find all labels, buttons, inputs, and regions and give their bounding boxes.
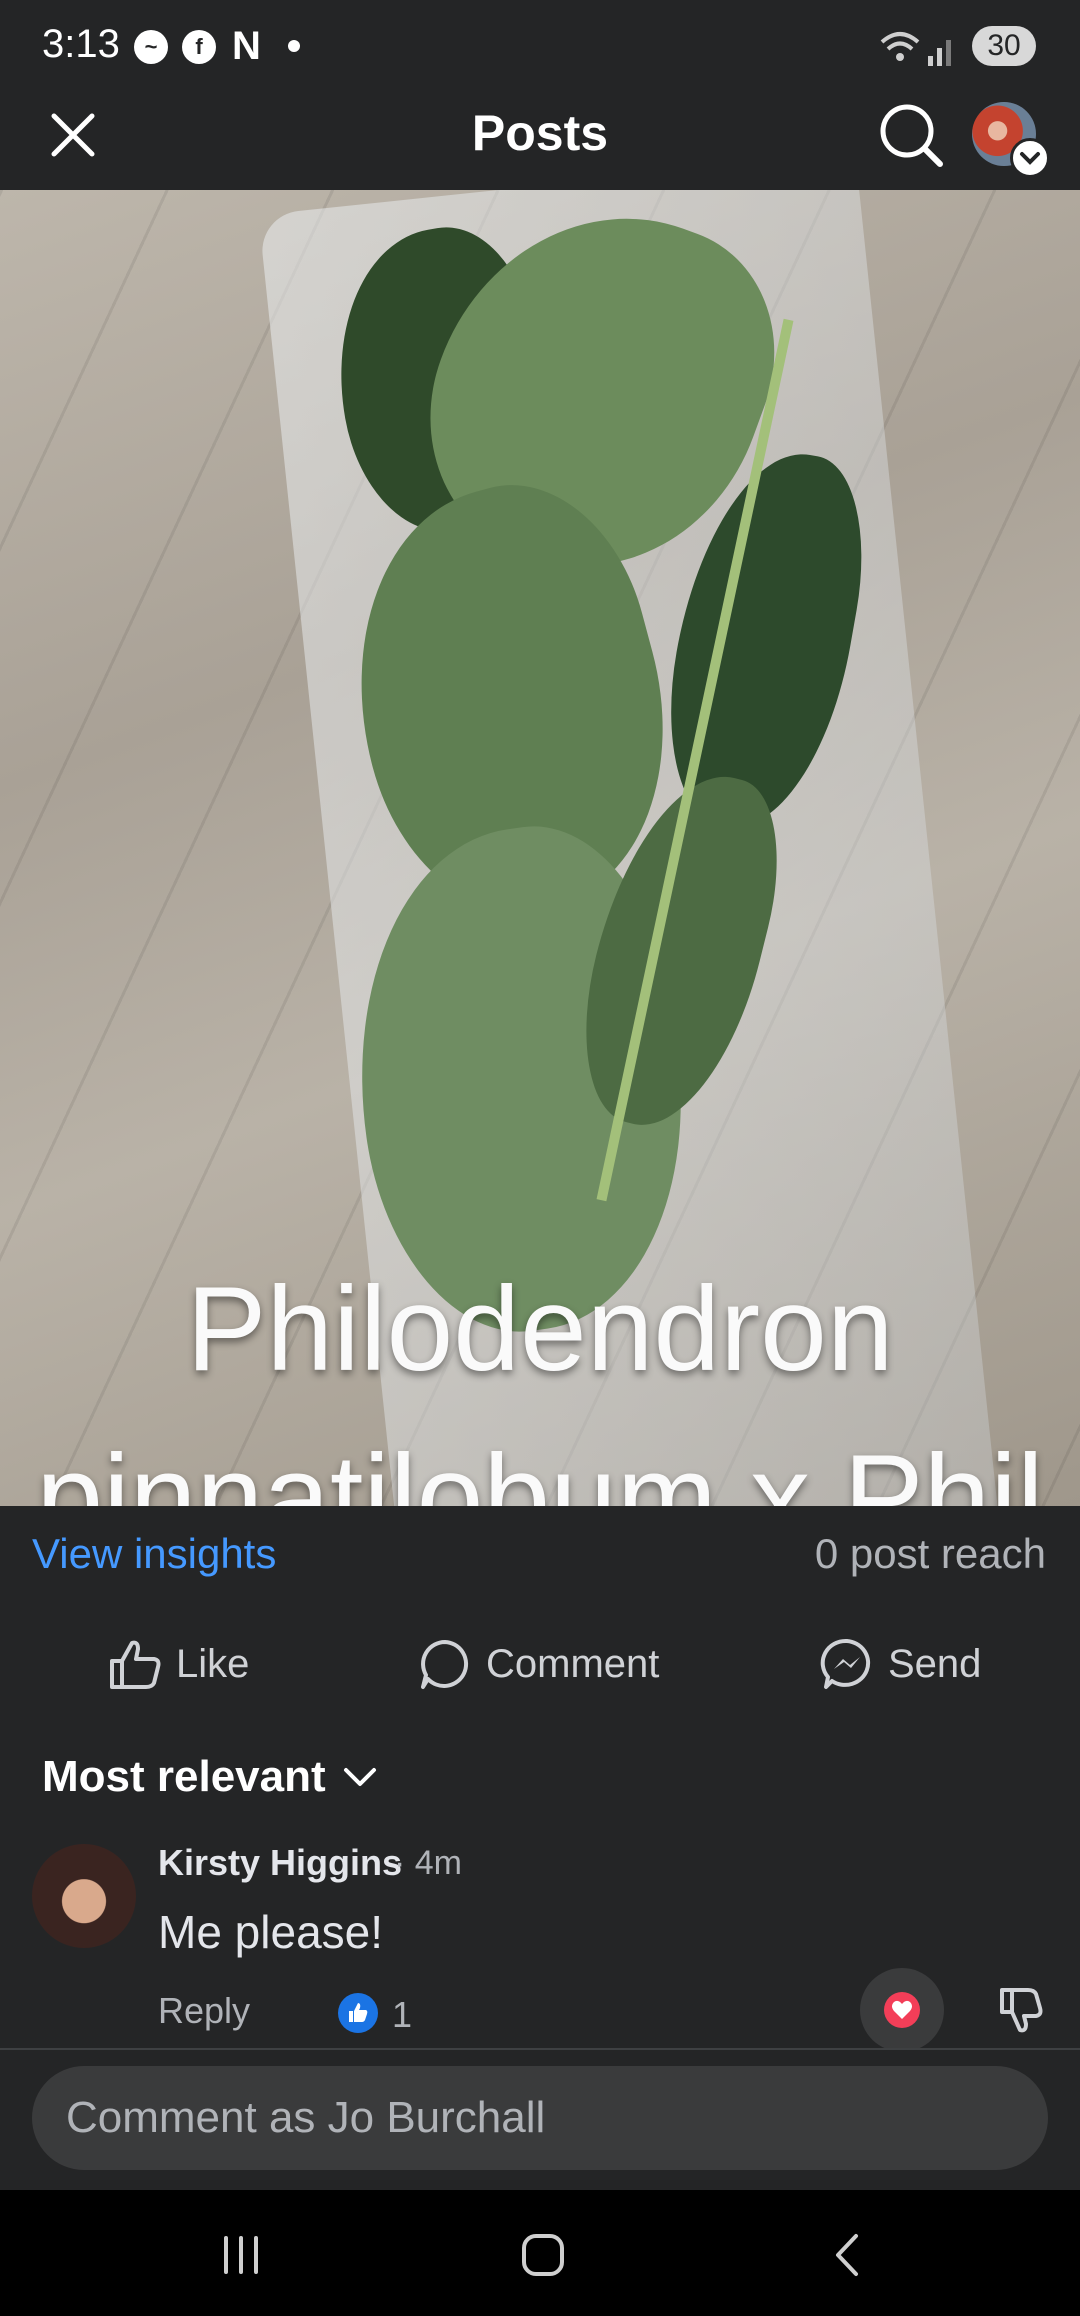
status-time: 3:13 (42, 22, 120, 66)
reply-button[interactable]: Reply (158, 1990, 250, 2032)
comment-label: Comment (486, 1641, 660, 1686)
photo-caption-line-2: pinnatilobum x Phil (36, 1430, 1044, 1506)
comment-sort-selector[interactable]: Most relevant (42, 1752, 382, 1802)
chevron-down-icon (343, 1768, 376, 1786)
thumbs-down-icon[interactable] (996, 1986, 1044, 2034)
heart-icon (884, 1992, 920, 2028)
recent-apps-icon[interactable] (216, 2230, 266, 2280)
like-count: 1 (392, 1994, 413, 2035)
dot-icon (288, 40, 300, 52)
send-button[interactable]: Send (820, 1634, 981, 1694)
post-reach-count: 0 post reach (814, 1530, 1046, 1577)
comment-button[interactable]: Comment (418, 1634, 659, 1694)
comment-timestamp: · 4m (394, 1844, 462, 1882)
commenter-name[interactable]: Kirsty Higgins (158, 1842, 402, 1884)
messenger-icon (820, 1638, 871, 1689)
messenger-icon: ~ (134, 30, 168, 64)
like-button[interactable]: Like (108, 1634, 249, 1694)
search-icon[interactable] (878, 102, 944, 168)
wifi-signal-icon (880, 32, 951, 66)
comment-bubble-icon (421, 1640, 469, 1689)
commenter-avatar[interactable] (32, 1844, 136, 1948)
like-label: Like (176, 1641, 250, 1686)
back-icon[interactable] (824, 2230, 874, 2280)
thumbs-up-icon (349, 2003, 368, 2022)
send-label: Send (888, 1641, 982, 1686)
comment-input[interactable] (32, 2066, 1048, 2170)
thumbs-up-icon (110, 1640, 161, 1689)
photo-caption-line-1: Philodendron (186, 1262, 894, 1396)
status-bar: 3:13 ~ f N 30 (0, 0, 1080, 90)
chevron-down-icon (1020, 152, 1040, 165)
sort-label: Most relevant (42, 1752, 326, 1801)
facebook-icon: f (182, 30, 216, 64)
home-icon[interactable] (518, 2230, 568, 2280)
top-app-bar: Posts (0, 90, 1080, 190)
view-insights-link[interactable]: View insights (32, 1530, 276, 1578)
system-nav-bar (0, 2190, 1080, 2316)
heart-react-button[interactable] (860, 1968, 944, 2052)
comment-composer (0, 2050, 1080, 2190)
profile-menu-chevron[interactable] (1010, 138, 1050, 178)
like-reaction-badge[interactable] (338, 1993, 378, 2033)
post-photo[interactable]: Philodendron pinnatilobum x Phil (0, 190, 1080, 1506)
netflix-icon: N (232, 24, 261, 68)
comment-text: Me please! (158, 1906, 384, 1958)
battery-indicator: 30 (972, 26, 1036, 66)
